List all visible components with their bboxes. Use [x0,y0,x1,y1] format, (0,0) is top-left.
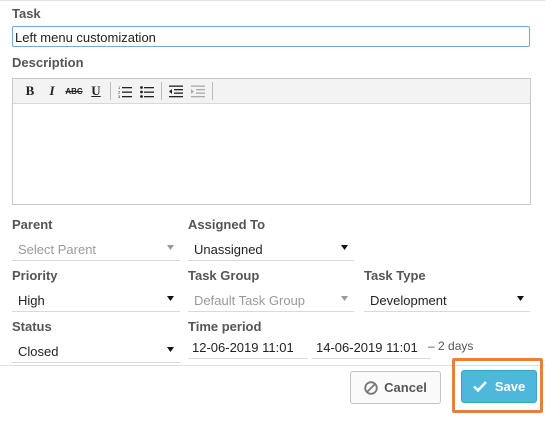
task-label: Task [12,6,41,21]
chevron-down-icon [167,296,174,301]
save-button[interactable]: Save [461,370,537,403]
chevron-down-icon [167,245,174,250]
task-input[interactable] [12,26,530,47]
chevron-down-icon [167,347,174,352]
editor-toolbar: B I ABC U 1 2 3 [13,79,530,104]
unordered-list-icon[interactable] [136,81,158,101]
svg-text:3: 3 [118,94,121,98]
cancel-button[interactable]: Cancel [350,371,441,404]
toolbar-separator [161,82,162,100]
end-date-input[interactable]: 14-06-2019 11:01 [312,337,430,359]
status-select[interactable]: Closed [12,339,180,363]
strikethrough-icon[interactable]: ABC [63,81,85,101]
description-label: Description [12,55,84,70]
start-date-input[interactable]: 12-06-2019 11:01 [188,337,308,359]
status-label: Status [12,319,52,334]
task-type-select[interactable]: Development [364,288,530,312]
parent-select[interactable]: Select Parent [12,237,180,261]
priority-value: High [18,293,45,308]
chevron-down-icon [517,296,524,301]
italic-icon[interactable]: I [41,81,63,101]
parent-value: Select Parent [18,242,97,257]
outdent-icon[interactable] [165,81,187,101]
priority-select[interactable]: High [12,288,180,312]
parent-label: Parent [12,217,53,232]
bold-icon[interactable]: B [19,81,41,101]
assigned-to-label: Assigned To [188,217,266,232]
cancel-label: Cancel [384,380,427,395]
priority-label: Priority [12,268,58,283]
task-group-label: Task Group [188,268,260,283]
description-textarea[interactable] [13,104,530,204]
chevron-down-icon [341,245,348,250]
toolbar-separator [110,82,111,100]
check-icon [472,381,487,392]
task-group-value: Default Task Group [194,293,306,308]
description-editor: B I ABC U 1 2 3 [12,78,531,205]
duration-text: – 2 days [428,339,474,353]
chevron-down-icon [341,296,348,301]
toolbar-separator [212,82,213,100]
assigned-to-select[interactable]: Unassigned [188,237,354,261]
ban-icon [364,380,378,395]
assigned-to-value: Unassigned [194,242,263,257]
time-period-label: Time period [188,319,262,334]
task-type-label: Task Type [364,268,426,283]
task-group-select[interactable]: Default Task Group [188,288,354,312]
ordered-list-icon[interactable]: 1 2 3 [114,81,136,101]
indent-icon[interactable] [187,81,209,101]
top-divider [0,0,545,1]
status-value: Closed [18,344,59,359]
underline-icon[interactable]: U [85,81,107,101]
save-label: Save [494,379,526,394]
task-type-value: Development [370,293,447,308]
